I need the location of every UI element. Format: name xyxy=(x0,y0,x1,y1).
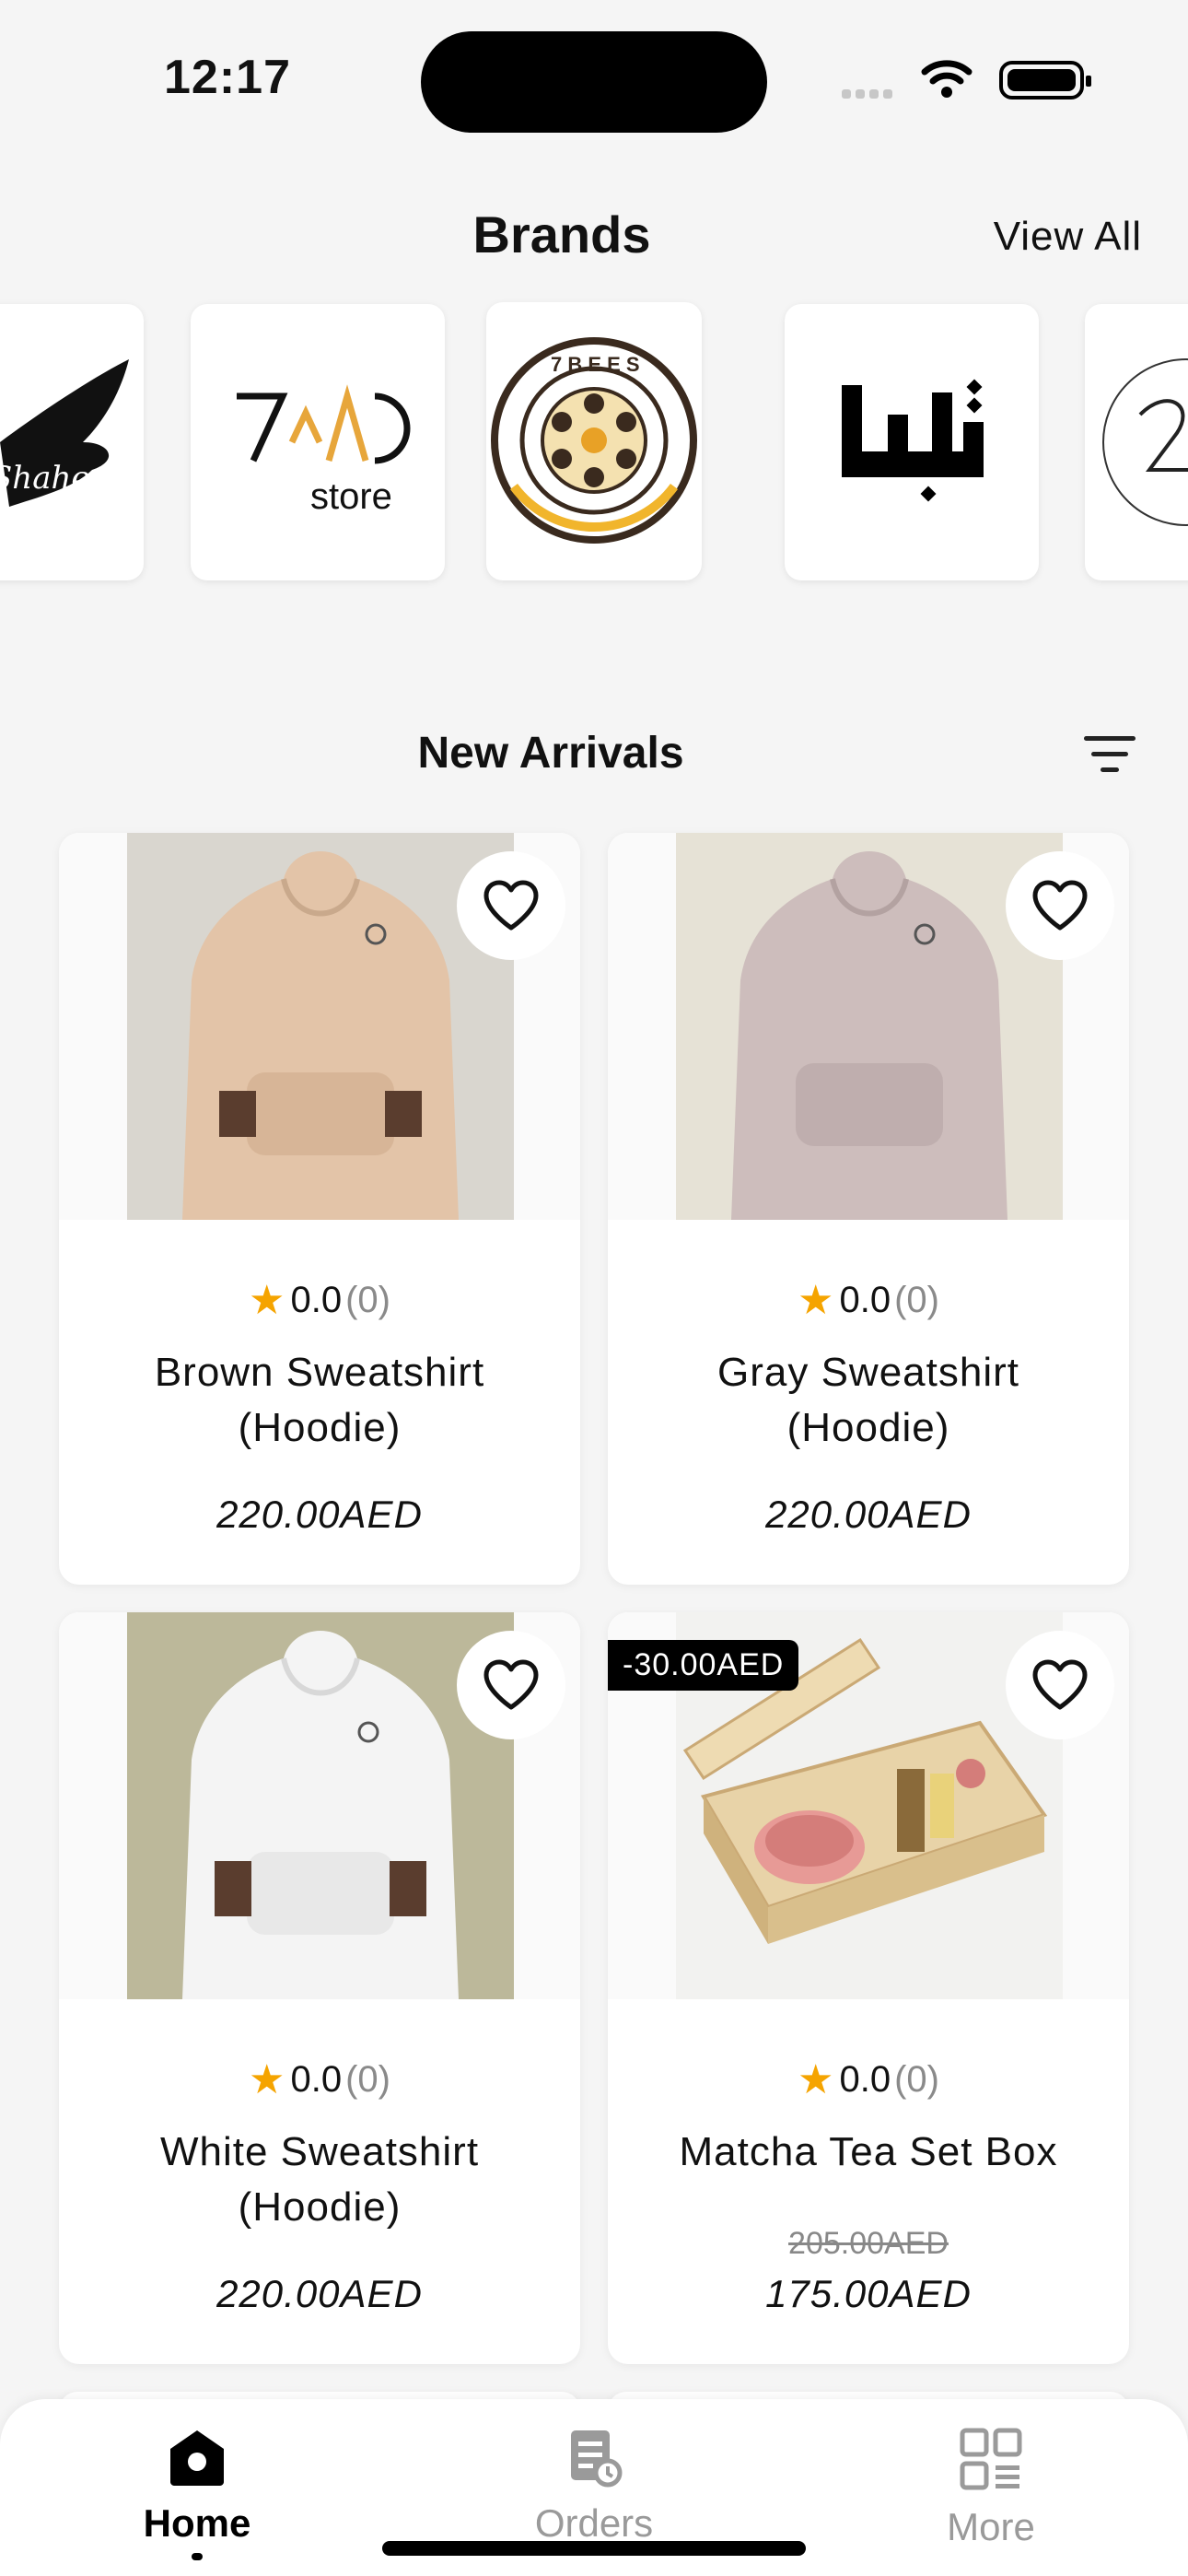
home-icon xyxy=(170,2430,224,2486)
heart-icon xyxy=(483,880,539,931)
product-name: Gray Sweatshirt (Hoodie) xyxy=(717,1350,1019,1450)
nav-orders-label: Orders xyxy=(534,2501,654,2545)
product-name: Brown Sweatshirt (Hoodie) xyxy=(154,1350,485,1450)
product-name: Matcha Tea Set Box xyxy=(679,2129,1058,2174)
nav-more[interactable]: More xyxy=(871,2427,1111,2549)
status-bar: 12:17 xyxy=(0,0,1188,157)
product-rating: ★ 0.0 (0) xyxy=(249,2057,390,2102)
svg-text:Shaheen: Shaheen xyxy=(0,460,129,497)
star-icon: ★ xyxy=(798,1278,834,1323)
product-rating: ★ 0.0 (0) xyxy=(798,2057,939,2102)
product-rating: ★ 0.0 (0) xyxy=(798,1278,939,1323)
svg-text:7 B E E S: 7 B E E S xyxy=(551,353,640,376)
favorite-button[interactable] xyxy=(457,851,565,960)
nav-home-label: Home xyxy=(143,2501,251,2545)
product-price: 220.00AED xyxy=(216,1493,423,1536)
heart-icon xyxy=(483,1659,539,1710)
favorite-button[interactable] xyxy=(1006,851,1114,960)
favorite-button[interactable] xyxy=(1006,1631,1114,1739)
wifi-icon xyxy=(921,60,973,98)
star-icon: ★ xyxy=(798,2057,834,2102)
7ad-store-logo: store xyxy=(237,384,411,517)
brand-card-7ad-store[interactable]: store xyxy=(191,304,445,580)
product-name: White Sweatshirt (Hoodie) xyxy=(159,2129,480,2230)
more-grid-icon xyxy=(960,2428,1022,2490)
dynamic-island xyxy=(421,31,767,133)
star-icon: ★ xyxy=(249,2057,285,2102)
product-price: 175.00AED xyxy=(765,2272,972,2315)
brand-card-arabic[interactable] xyxy=(785,304,1039,580)
favorite-button[interactable] xyxy=(457,1631,565,1739)
arabic-calligraphy-logo xyxy=(842,379,984,502)
brand-card-shaheen[interactable]: Shaheen xyxy=(0,304,144,580)
star-icon: ★ xyxy=(249,1278,285,1323)
product-card[interactable]: ★ 0.0 (0) Gray Sweatshirt (Hoodie) 220.00A… xyxy=(608,833,1129,1585)
filter-icon[interactable] xyxy=(1082,732,1137,777)
brands-title: Brands xyxy=(472,205,651,263)
product-price: 220.00AED xyxy=(765,1493,972,1536)
new-arrivals-title: New Arrivals xyxy=(417,729,684,778)
heart-icon xyxy=(1032,1659,1088,1710)
heart-icon xyxy=(1032,880,1088,931)
active-indicator xyxy=(192,2553,203,2560)
status-time: 12:17 xyxy=(164,51,291,104)
orders-icon xyxy=(571,2430,623,2488)
7bees-logo: 7 B E E S xyxy=(491,337,697,544)
product-card[interactable]: -30.00AED ★ 0.0 (0) Matcha Tea Set Box 205… xyxy=(608,1612,1129,2364)
product-card[interactable]: ★ 0.0 (0) White Sweatshirt (Hoodie) 220.00… xyxy=(59,1612,580,2364)
discount-badge: -30.00AED xyxy=(608,1640,799,1691)
product-old-price: 205.00AED xyxy=(788,2226,949,2261)
brand-card-7bees[interactable]: 7 B E E S xyxy=(486,302,702,580)
product-price: 220.00AED xyxy=(216,2272,423,2315)
battery-icon xyxy=(999,61,1091,100)
nav-more-label: More xyxy=(947,2505,1035,2548)
partial-circle-logo xyxy=(1102,358,1188,526)
signal-icon xyxy=(842,87,897,103)
nav-orders[interactable]: Orders xyxy=(474,2427,714,2546)
svg-text:store: store xyxy=(310,476,392,517)
brand-card-partial[interactable] xyxy=(1085,304,1188,580)
view-all-link[interactable]: View All xyxy=(994,214,1142,260)
shaheen-eagle-logo: Shaheen xyxy=(0,359,129,507)
product-rating: ★ 0.0 (0) xyxy=(249,1278,390,1323)
nav-home[interactable]: Home xyxy=(77,2427,317,2560)
home-indicator xyxy=(382,2541,806,2556)
product-card[interactable]: ★ 0.0 (0) Brown Sweatshirt (Hoodie) 220.00… xyxy=(59,833,580,1585)
